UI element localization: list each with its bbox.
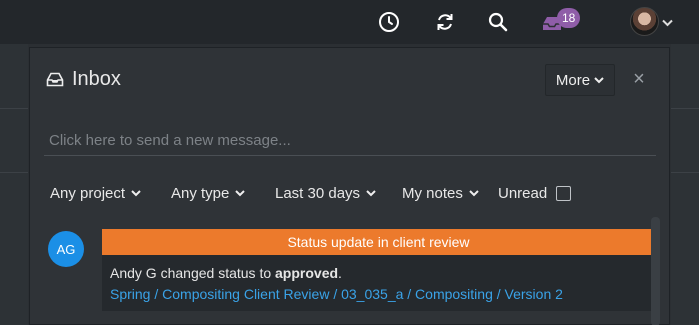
inbox-panel: Inbox More × Any project Any type Last 3… [29,47,670,325]
more-button[interactable]: More [545,64,615,96]
chevron-down-icon [131,189,141,196]
top-bar: 18 [0,0,699,44]
filter-type-dropdown[interactable]: Any type [171,185,275,202]
notification-period: . [338,265,342,281]
notification-author: Andy G [110,265,157,281]
inbox-header: Inbox [46,68,121,91]
inbox-count-badge: 18 [557,8,581,28]
background-panel-right [671,44,699,325]
notification-header: Status update in client review [102,229,655,255]
filter-notes-label: My notes [402,184,463,202]
notification-link[interactable]: Spring / Compositing Client Review / 03_… [110,284,647,305]
close-icon: × [633,67,645,90]
sync-icon[interactable] [431,8,459,36]
search-icon[interactable] [484,8,512,36]
filter-period-dropdown[interactable]: Last 30 days [275,185,402,202]
notification-text: Andy G changed status to approved. [110,263,647,284]
unread-filter[interactable]: Unread [498,184,572,202]
chevron-down-icon [594,76,604,83]
more-button-label: More [555,71,591,89]
scrollbar-track[interactable] [651,217,660,325]
sender-avatar: AG [48,231,84,267]
notification-status: approved [275,265,339,281]
user-avatar[interactable] [630,7,659,36]
filter-notes-dropdown[interactable]: My notes [402,185,498,202]
inbox-badge-button[interactable]: 18 [541,8,581,36]
notification-card[interactable]: Status update in client review Andy G ch… [102,229,655,311]
chevron-down-icon [366,189,376,196]
chevron-down-icon[interactable] [662,14,673,32]
clock-icon[interactable] [375,8,403,36]
inbox-icon [46,72,64,87]
notification-action: changed status to [160,265,272,281]
unread-checkbox[interactable] [556,185,572,201]
chevron-down-icon [235,189,246,196]
new-message-input[interactable] [44,126,656,156]
filter-project-label: Any project [50,184,126,202]
filter-type-label: Any type [171,184,230,202]
notification-body: Andy G changed status to approved. Sprin… [102,255,655,305]
filter-period-label: Last 30 days [275,184,361,202]
filter-bar: Any project Any type Last 30 days My not… [50,181,572,205]
filter-project-dropdown[interactable]: Any project [50,185,171,202]
background-panel-left [0,44,28,325]
close-button[interactable]: × [628,68,650,90]
page-title: Inbox [72,68,121,90]
chevron-down-icon [469,189,479,196]
unread-label: Unread [498,184,548,202]
